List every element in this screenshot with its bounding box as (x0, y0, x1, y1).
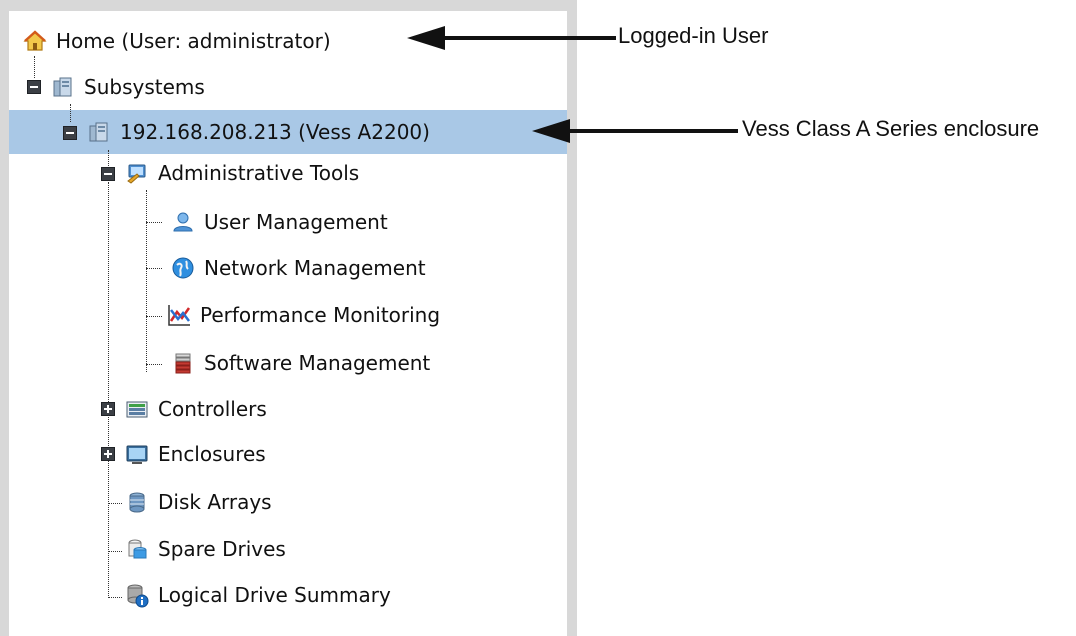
tree-connector (70, 104, 71, 122)
home-icon (22, 28, 48, 54)
tree-item-label: Performance Monitoring (200, 303, 441, 327)
tree-item-spare-drives[interactable]: Spare Drives (124, 534, 286, 564)
tree-item-label: Enclosures (158, 442, 266, 466)
disk-arrays-icon (124, 489, 150, 515)
tree-connector (108, 551, 122, 552)
tree-item-label: Disk Arrays (158, 490, 272, 514)
tree-connector (146, 222, 162, 223)
tree-item-enclosures[interactable]: Enclosures (124, 439, 266, 469)
tree-item-label: Subsystems (84, 75, 205, 99)
tree-item-performance-monitoring[interactable]: Performance Monitoring (166, 300, 440, 330)
logical-drive-info-icon (124, 582, 150, 608)
tree-connector (108, 182, 109, 598)
tree-item-label: Administrative Tools (158, 161, 360, 185)
enclosure-server-icon (86, 119, 112, 145)
tree-connector (146, 268, 162, 269)
tree-item-software-management[interactable]: Software Management (170, 348, 430, 378)
network-globe-icon (170, 255, 196, 281)
tree-item-controllers[interactable]: Controllers (124, 394, 267, 424)
tree-item-label: Controllers (158, 397, 267, 421)
collapse-toggle[interactable] (63, 126, 77, 140)
annotation-logged-in-user: Logged-in User (618, 23, 769, 48)
tree-connector (146, 190, 147, 372)
tree-item-disk-arrays[interactable]: Disk Arrays (124, 487, 272, 517)
tree-item-label: Network Management (204, 256, 426, 280)
tree-item-label: 192.168.208.213 (Vess A2200) (120, 120, 430, 144)
subsystems-icon (50, 74, 76, 100)
tree-item-admin-tools[interactable]: Administrative Tools (124, 158, 359, 188)
tree-item-label: Logical Drive Summary (158, 583, 391, 607)
software-stack-icon (170, 350, 196, 376)
controllers-icon (124, 396, 150, 422)
tree-item-label: User Management (204, 210, 388, 234)
tree-connector (108, 503, 122, 504)
tree-item-user-management[interactable]: User Management (170, 207, 388, 237)
tree-item-home[interactable]: Home (User: administrator) (22, 26, 331, 56)
tree-item-label: Software Management (204, 351, 431, 375)
spare-drives-icon (124, 536, 150, 562)
enclosures-monitor-icon (124, 441, 150, 467)
collapse-toggle[interactable] (27, 80, 41, 94)
tree-item-subsystems[interactable]: Subsystems (50, 72, 205, 102)
tree-item-label: Home (User: administrator) (56, 29, 331, 53)
performance-chart-icon (166, 302, 192, 328)
tree-item-network-management[interactable]: Network Management (170, 253, 426, 283)
collapse-toggle[interactable] (101, 167, 115, 181)
tree-connector (146, 316, 162, 317)
user-icon (170, 209, 196, 235)
tree-connector (146, 364, 162, 365)
expand-toggle[interactable] (101, 402, 115, 416)
tree-item-label: Spare Drives (158, 537, 286, 561)
admin-tools-icon (124, 160, 150, 186)
tree-item-enclosure-node[interactable]: 192.168.208.213 (Vess A2200) (86, 117, 430, 147)
expand-toggle[interactable] (101, 447, 115, 461)
annotation-enclosure: Vess Class A Series enclosure (742, 116, 1040, 141)
tree-connector (108, 597, 122, 598)
tree-item-logical-drive-summary[interactable]: Logical Drive Summary (124, 580, 391, 610)
tree-connector (34, 56, 35, 78)
